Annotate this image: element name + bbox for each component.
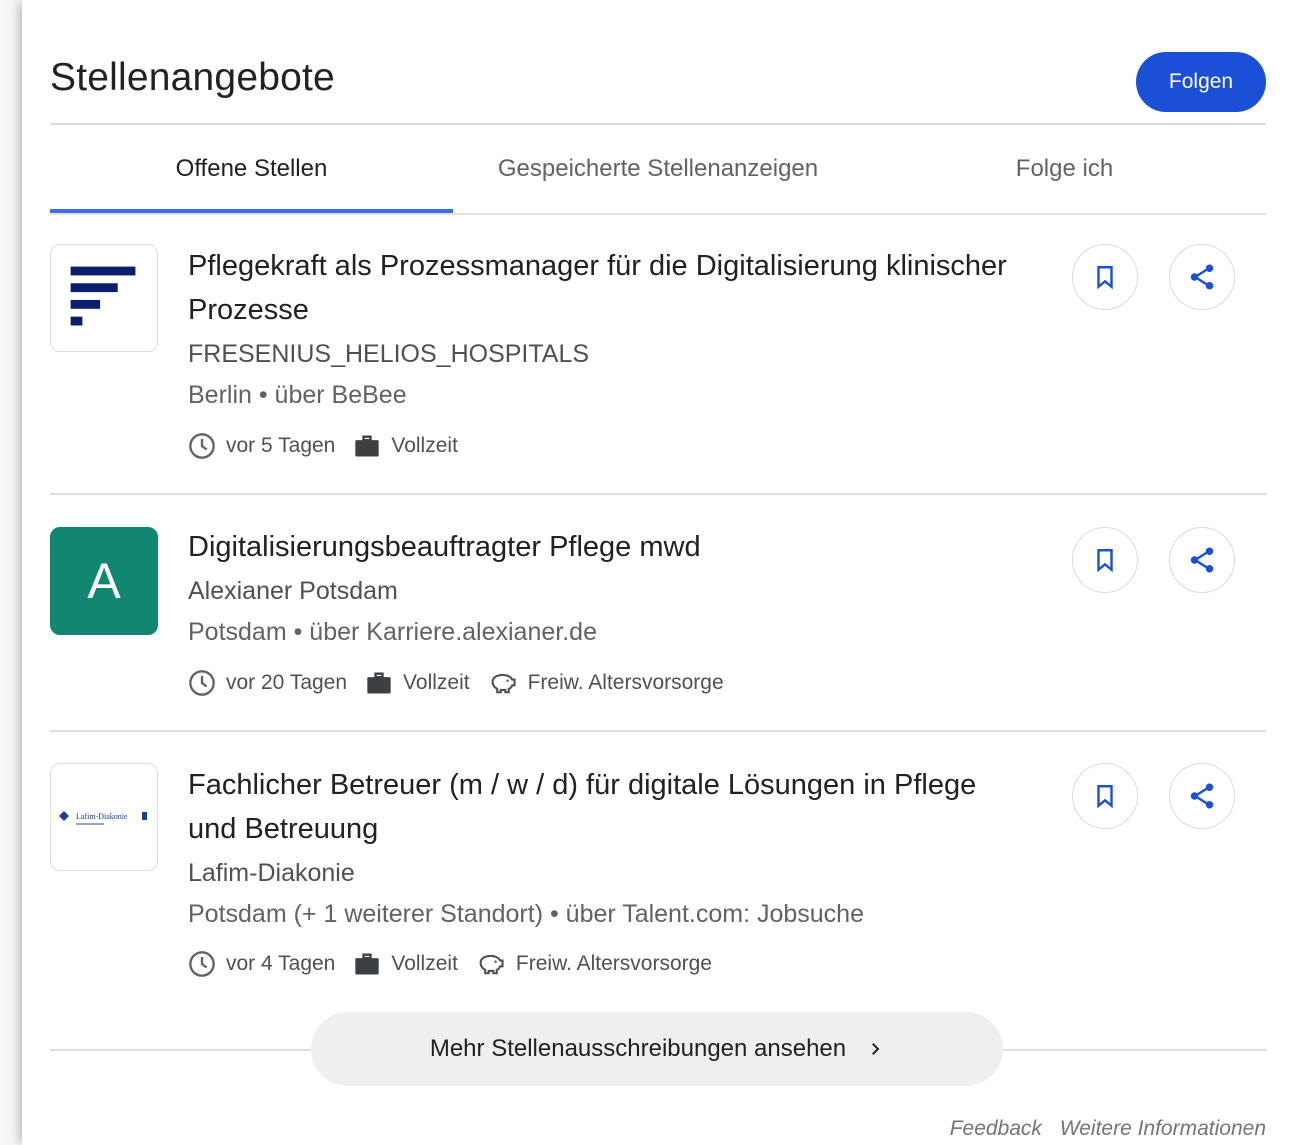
company-name: Alexianer Potsdam xyxy=(188,577,398,605)
posted-date: vor 5 Tagen xyxy=(226,434,336,457)
benefit-meta: Freiw. Altersvorsorge xyxy=(488,669,724,697)
type-meta: Vollzeit xyxy=(365,669,470,697)
more-jobs-label: Mehr Stellenausschreibungen ansehen xyxy=(429,1035,847,1062)
share-button[interactable] xyxy=(1169,244,1235,310)
jobs-header: Stellenangebote Folgen xyxy=(50,52,1266,124)
share-icon xyxy=(1190,264,1214,290)
job-title-line2: Prozesse xyxy=(188,294,309,326)
type-meta: Vollzeit xyxy=(353,432,458,460)
bookmark-icon xyxy=(1097,785,1113,809)
company-name: FRESENIUS_HELIOS_HOSPITALS xyxy=(188,340,590,368)
job-listing[interactable]: Lafim-Diakonie Fachlicher Betreuer (m / … xyxy=(50,763,1266,993)
share-icon xyxy=(1190,547,1214,573)
tab-folge-ich[interactable]: Folge ich xyxy=(863,125,1266,213)
clock-icon xyxy=(189,670,215,696)
left-shade xyxy=(0,0,22,1145)
share-button[interactable] xyxy=(1169,527,1235,593)
share-icon xyxy=(1190,783,1214,809)
job-listing[interactable]: Pflegekraft als Prozessmanager für die D… xyxy=(50,244,1266,474)
job-title[interactable]: Fachlicher Betreuer (m / w / d) für digi… xyxy=(188,763,1048,851)
job-title[interactable]: Digitalisierungsbeauftragter Pflege mwd xyxy=(188,525,1048,569)
job-title-line1: Fachlicher Betreuer (m / w / d) für digi… xyxy=(188,769,977,801)
chevron-right-icon xyxy=(866,1040,884,1058)
footer-links: Feedback Weitere Informationen xyxy=(938,1117,1266,1141)
posted-meta: vor 4 Tagen xyxy=(188,950,335,978)
posted-date: vor 4 Tagen xyxy=(226,952,336,975)
logo-letter: A xyxy=(87,553,121,609)
clock-icon xyxy=(189,951,215,977)
job-meta: vor 4 Tagen Vollzeit Freiw. Altersvorsor… xyxy=(188,950,730,978)
job-meta: vor 20 Tagen Vollzeit Freiw. Altersvorso… xyxy=(188,669,742,697)
page-title: Stellenangebote xyxy=(50,56,335,99)
posted-meta: vor 5 Tagen xyxy=(188,432,335,460)
save-button[interactable] xyxy=(1072,244,1138,310)
job-title[interactable]: Pflegekraft als Prozessmanager für die D… xyxy=(188,244,1048,332)
piggy-bank-icon xyxy=(491,673,516,694)
job-meta: vor 5 Tagen Vollzeit xyxy=(188,432,476,460)
piggy-bank-icon xyxy=(479,954,504,975)
briefcase-icon xyxy=(367,672,391,694)
employment-type: Vollzeit xyxy=(403,671,470,694)
benefit-meta: Freiw. Altersvorsorge xyxy=(476,950,712,978)
job-title-line1: Pflegekraft als Prozessmanager für die D… xyxy=(188,250,1007,282)
briefcase-icon xyxy=(355,953,380,975)
job-title-line2: und Betreuung xyxy=(188,813,379,845)
bookmark-icon xyxy=(1097,266,1113,290)
benefit: Freiw. Altersvorsorge xyxy=(515,952,712,975)
tab-bar: Offene Stellen Gespeicherte Stellenanzei… xyxy=(50,125,1266,215)
share-button[interactable] xyxy=(1169,763,1235,829)
logo-wordmark: Lafim-Diakonie xyxy=(76,812,128,821)
posted-meta: vor 20 Tagen xyxy=(188,669,347,697)
job-divider xyxy=(50,730,1266,732)
bars-logo-icon xyxy=(70,266,136,326)
bookmark-icon xyxy=(1097,549,1113,573)
job-location: Berlin • über BeBee xyxy=(188,381,407,409)
benefit: Freiw. Altersvorsorge xyxy=(527,671,724,694)
tab-gespeicherte-stellenanzeigen[interactable]: Gespeicherte Stellenanzeigen xyxy=(453,125,863,213)
job-listing[interactable]: A Digitalisierungsbeauftragter Pflege mw… xyxy=(50,527,1266,717)
company-logo-lafim: Lafim-Diakonie xyxy=(50,763,158,871)
company-logo-letter: A xyxy=(50,527,158,635)
tab-offene-stellen[interactable]: Offene Stellen xyxy=(50,125,453,213)
company-name: Lafim-Diakonie xyxy=(188,859,355,887)
job-location: Potsdam • über Karriere.alexianer.de xyxy=(188,618,597,646)
follow-button[interactable]: Folgen xyxy=(1136,52,1266,112)
company-logo-bars xyxy=(50,244,158,352)
job-divider xyxy=(50,493,1266,495)
briefcase-icon xyxy=(355,435,380,457)
employment-type: Vollzeit xyxy=(391,952,458,975)
job-location: Potsdam (+ 1 weiterer Standort) • über T… xyxy=(188,900,864,928)
more-jobs-button[interactable]: Mehr Stellenausschreibungen ansehen xyxy=(311,1012,1003,1086)
lafim-logo-icon: Lafim-Diakonie xyxy=(59,811,147,825)
feedback-link[interactable]: Feedback xyxy=(950,1117,1042,1140)
clock-icon xyxy=(189,433,215,459)
employment-type: Vollzeit xyxy=(391,434,458,457)
save-button[interactable] xyxy=(1072,527,1138,593)
more-info-link[interactable]: Weitere Informationen xyxy=(1060,1117,1266,1140)
active-tab-indicator xyxy=(50,209,453,213)
save-button[interactable] xyxy=(1072,763,1138,829)
type-meta: Vollzeit xyxy=(353,950,458,978)
posted-date: vor 20 Tagen xyxy=(226,671,348,694)
